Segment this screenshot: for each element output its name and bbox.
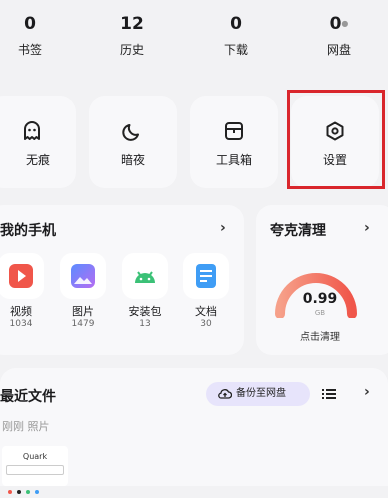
- phone-item-name: 视频: [10, 305, 32, 318]
- cloud-upload-icon: [218, 382, 233, 416]
- stat-cloud-drive[interactable]: 0● 网盘: [309, 14, 369, 58]
- stat-value: 0: [230, 14, 242, 34]
- cleaner-unit: GB: [314, 309, 326, 317]
- backup-to-cloud-button[interactable]: 备份至网盘: [206, 382, 310, 406]
- toolbox-icon: [190, 120, 278, 146]
- my-phone-title[interactable]: 我的手机: [0, 220, 56, 240]
- list-view-icon[interactable]: [322, 386, 336, 405]
- phone-item-apk[interactable]: 安装包 13: [120, 253, 170, 330]
- phone-item-name: 安装包: [128, 305, 162, 318]
- highlight-box: [287, 90, 385, 189]
- phone-item-count: 1479: [71, 319, 95, 329]
- phone-item-images[interactable]: 图片 1479: [58, 253, 108, 330]
- phone-item-name: 文档: [195, 305, 217, 318]
- recent-files-title: 最近文件: [0, 389, 56, 405]
- android-icon: [122, 253, 168, 299]
- stat-value: 12: [120, 14, 144, 34]
- quick-action-incognito[interactable]: 无痕: [0, 96, 76, 188]
- video-icon: [0, 253, 44, 299]
- thumbnail-search-bar: [6, 465, 64, 475]
- quick-action-dark-mode[interactable]: 暗夜: [89, 96, 177, 188]
- stat-label: 下载: [223, 43, 248, 57]
- quick-action-label: 暗夜: [120, 153, 145, 167]
- document-icon: [183, 253, 229, 299]
- phone-item-count: 30: [200, 319, 212, 329]
- image-icon: [60, 253, 106, 299]
- phone-item-count: 1034: [9, 319, 33, 329]
- quick-action-label: 工具箱: [215, 153, 252, 167]
- stat-label: 网盘: [326, 43, 351, 57]
- clean-button[interactable]: 点击清理: [282, 328, 358, 343]
- stat-downloads[interactable]: 0 下载: [206, 14, 266, 58]
- stat-bookmarks[interactable]: 0 书签: [0, 14, 60, 58]
- phone-item-name: 图片: [72, 305, 94, 318]
- quick-action-toolbox[interactable]: 工具箱: [190, 96, 278, 188]
- stats-bar: 0 书签 12 历史 0 下载 0● 网盘: [0, 0, 388, 78]
- stat-label: 书签: [17, 43, 42, 57]
- recent-file-thumbnail[interactable]: Quark: [2, 446, 68, 494]
- phone-item-count: 13: [139, 319, 151, 329]
- phone-item-video[interactable]: 视频 1034: [0, 253, 46, 330]
- stat-label: 历史: [119, 43, 144, 57]
- stat-value: 0: [24, 14, 36, 34]
- thumbnail-dots: [8, 479, 68, 498]
- recent-sub-tabs[interactable]: 刚刚 照片: [2, 418, 50, 434]
- phone-item-documents[interactable]: 文档 30: [181, 253, 231, 330]
- chevron-right-icon[interactable]: ›: [220, 220, 226, 236]
- cleaner-value: 0.99: [302, 291, 338, 307]
- stat-value: 0●: [329, 14, 349, 34]
- ghost-icon: [0, 120, 76, 146]
- backup-label: 备份至网盘: [236, 388, 286, 399]
- chevron-right-icon[interactable]: ›: [364, 384, 370, 400]
- cleaner-title: 夸克清理: [270, 223, 326, 239]
- chevron-right-icon[interactable]: ›: [364, 220, 370, 236]
- moon-icon: [89, 120, 177, 146]
- stat-history[interactable]: 12 历史: [102, 14, 162, 58]
- quick-action-label: 无痕: [25, 153, 50, 167]
- thumbnail-text: Quark: [22, 452, 48, 461]
